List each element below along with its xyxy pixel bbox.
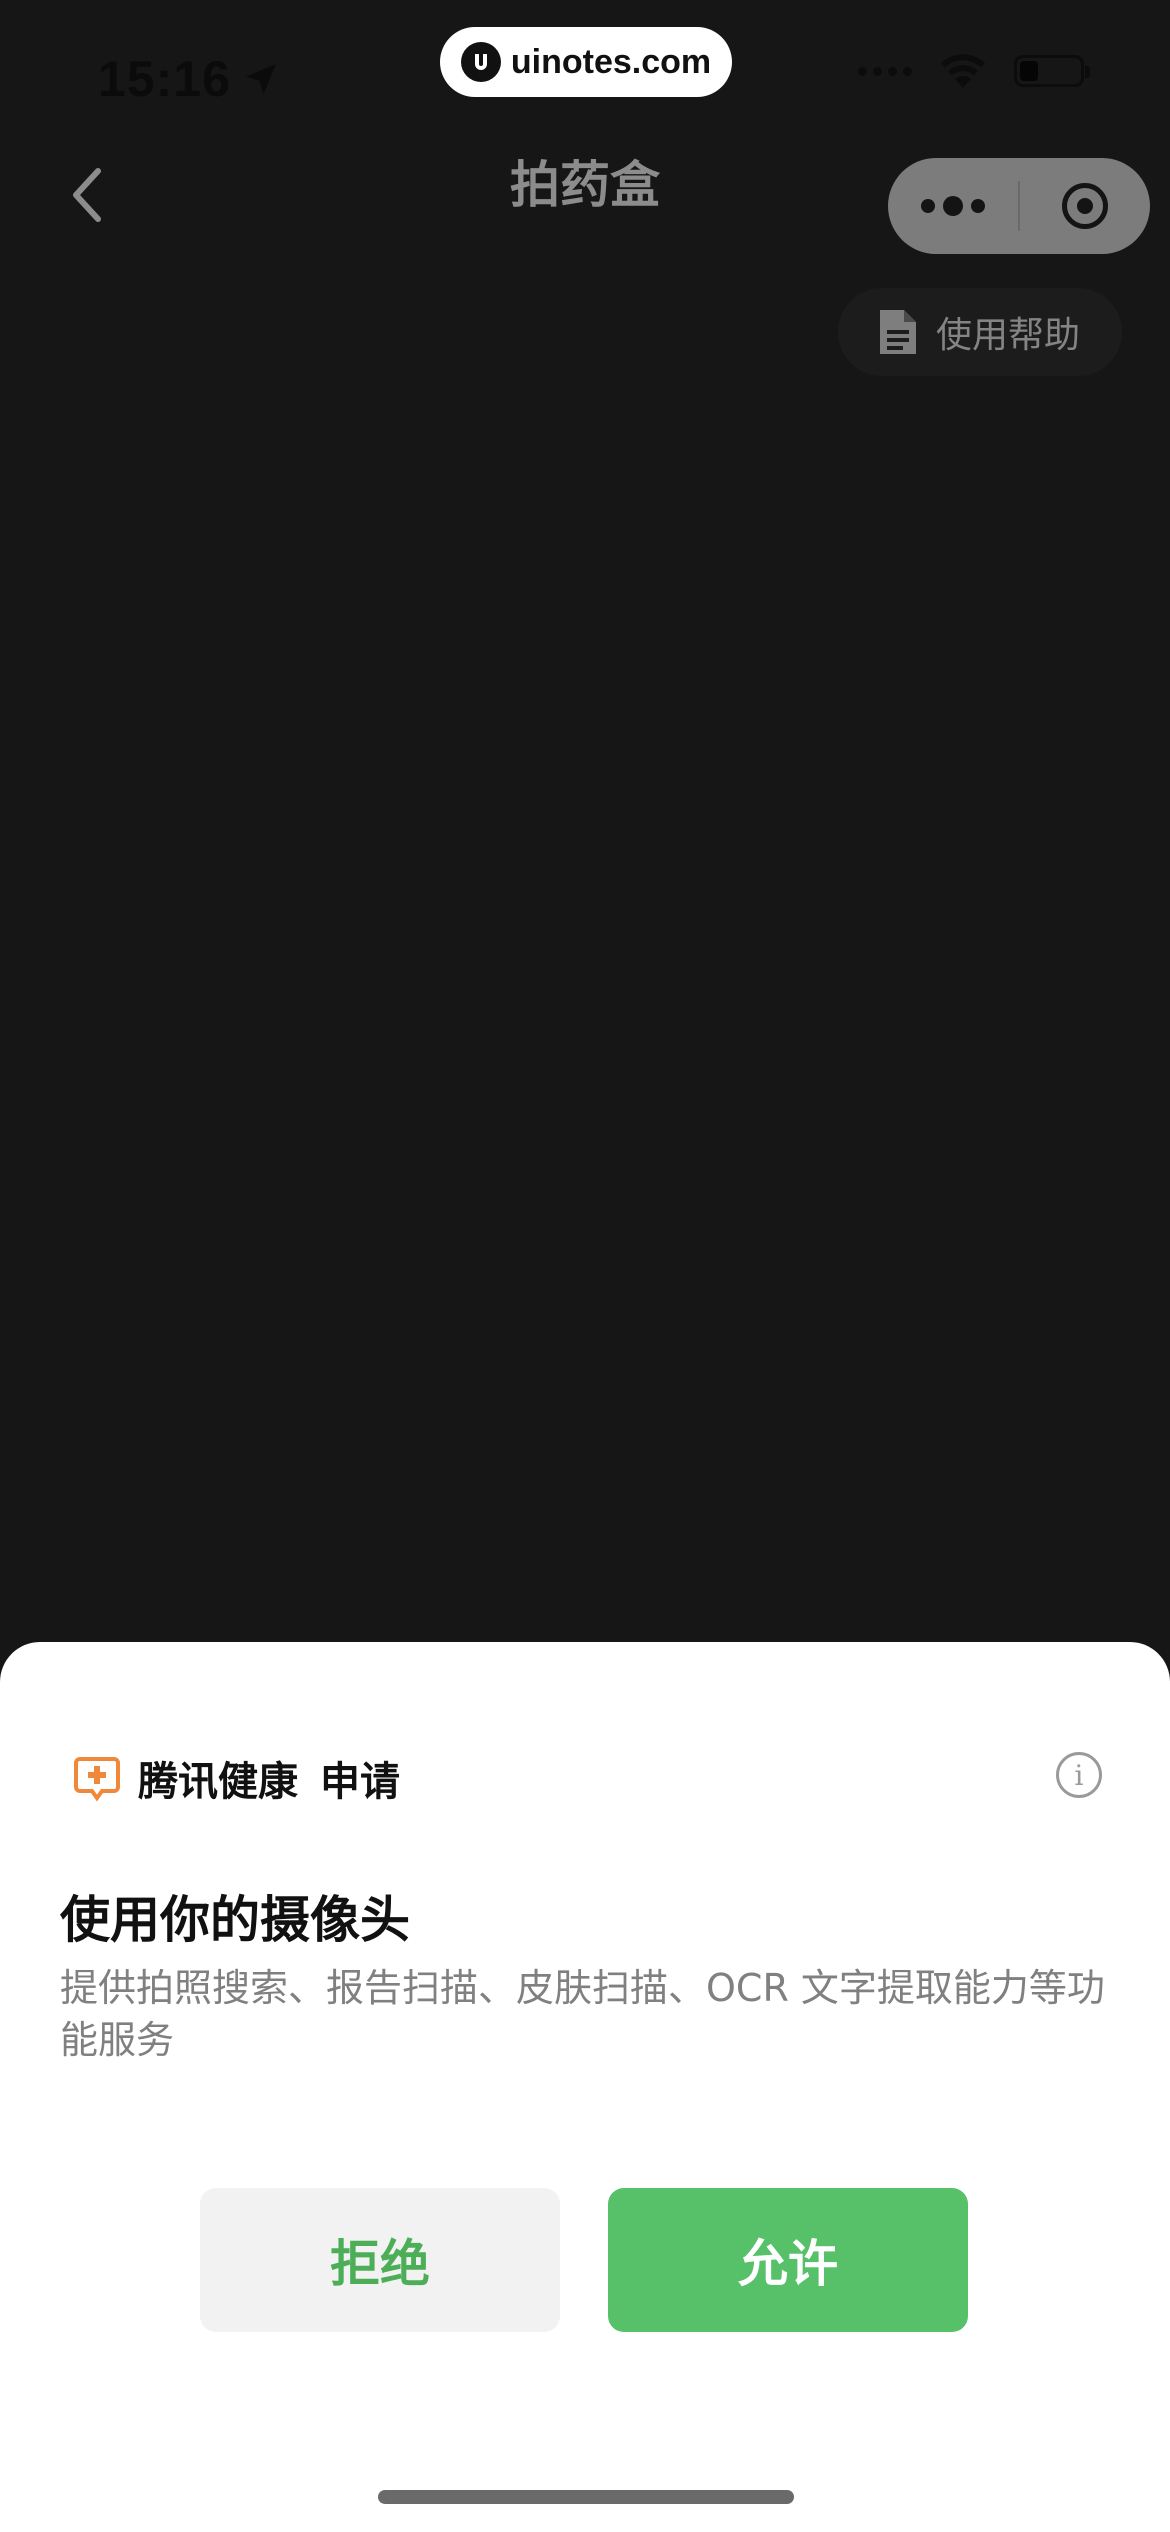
deny-button[interactable]: 拒绝 <box>200 2188 560 2332</box>
tencent-health-icon <box>74 1757 120 1802</box>
watermark: uinotes.com <box>440 27 732 97</box>
chevron-left-icon <box>73 168 101 222</box>
info-glyph: i <box>1074 1758 1084 1792</box>
mini-program-capsule <box>888 158 1150 254</box>
allow-button[interactable]: 允许 <box>608 2188 968 2332</box>
app-name: 腾讯健康 <box>138 1759 298 1805</box>
info-icon[interactable]: i <box>1056 1752 1102 1798</box>
document-icon <box>880 310 916 354</box>
more-button[interactable] <box>888 158 1018 254</box>
location-arrow-icon <box>245 64 276 94</box>
more-dots-icon <box>921 199 935 213</box>
help-label: 使用帮助 <box>936 315 1081 356</box>
home-indicator <box>378 2490 794 2504</box>
close-mini-program-button[interactable] <box>1020 158 1150 254</box>
battery-icon <box>1014 55 1090 87</box>
target-close-icon <box>1062 183 1108 229</box>
screen: 15:16 uinotes.com 拍药盒 使用帮助 腾讯健康 申请 i 使用你… <box>0 0 1170 2532</box>
status-time-text: 15:16 <box>98 51 231 107</box>
permission-description: 提供拍照搜索、报告扫描、皮肤扫描、OCR 文字提取能力等功能服务 <box>60 1966 1105 2062</box>
help-button[interactable]: 使用帮助 <box>838 288 1122 376</box>
app-row: 腾讯健康 申请 <box>72 1748 400 1808</box>
status-time: 15:16 <box>98 44 281 114</box>
watermark-logo-icon <box>460 42 501 82</box>
request-label: 申请 <box>320 1759 400 1805</box>
wifi-icon <box>941 54 985 88</box>
status-right <box>858 52 1090 90</box>
watermark-text: uinotes.com <box>510 42 712 81</box>
cellular-signal-icon <box>858 66 912 76</box>
permission-sheet: 腾讯健康 申请 i 使用你的摄像头 提供拍照搜索、报告扫描、皮肤扫描、OCR 文… <box>0 1642 1170 2532</box>
permission-title: 使用你的摄像头 <box>60 1891 410 1949</box>
back-button[interactable] <box>56 160 116 230</box>
